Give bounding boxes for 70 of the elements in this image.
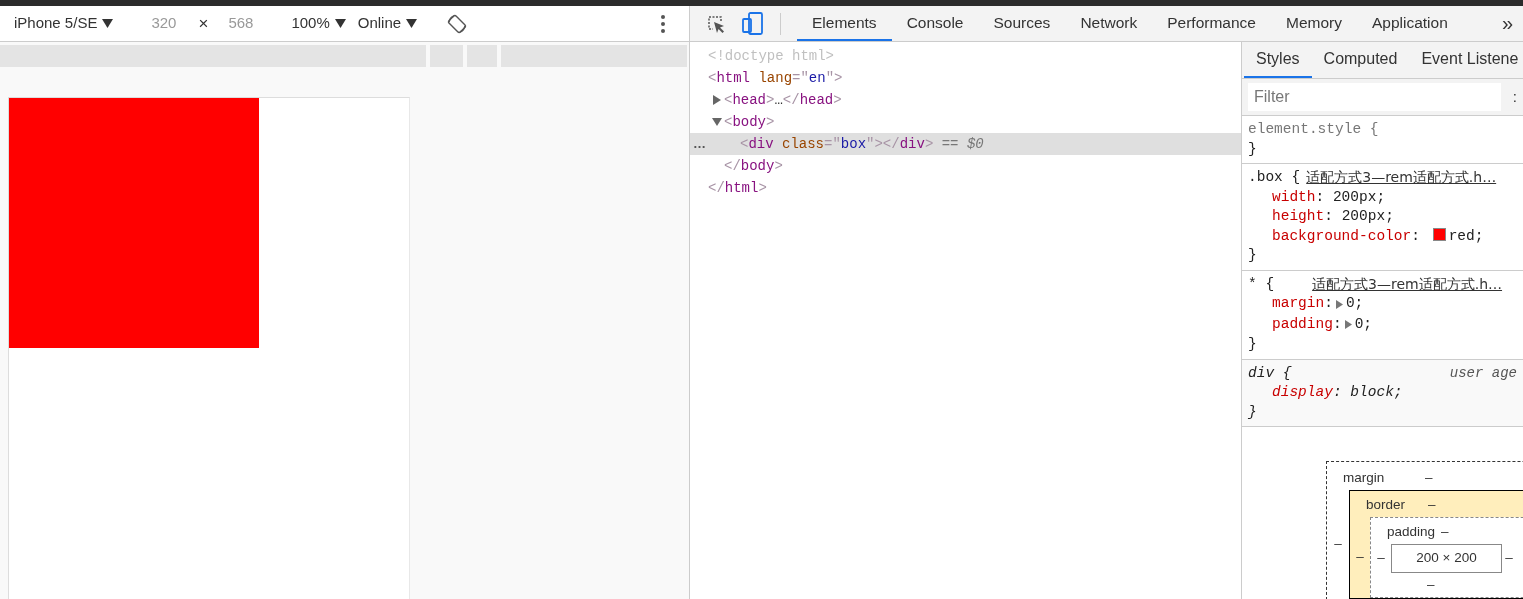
caret-icon[interactable] (334, 19, 346, 28)
box-model-value: – (1425, 468, 1433, 487)
color-swatch[interactable] (1432, 227, 1446, 241)
stylesheet-link[interactable]: 适配方式3—rem适配方式.h… (1312, 274, 1503, 294)
expanded-arrow-icon[interactable] (712, 117, 722, 128)
box-model-label: border (1365, 495, 1407, 514)
more-options-icon[interactable] (661, 14, 665, 33)
rule-closing-brace: } (1248, 246, 1258, 265)
dom-node-line[interactable]: <head>…</head> (690, 89, 1241, 111)
sidebar-tab[interactable]: Event Listene (1409, 42, 1523, 78)
dom-node-text: <!doctype html> (708, 48, 835, 64)
content-box: 200 × 200 (1391, 544, 1502, 573)
device-dropdown[interactable]: iPhone 5/SE (14, 12, 98, 35)
css-declaration[interactable]: margin: 0; (1272, 295, 1364, 311)
panel-tab[interactable]: Console (891, 6, 979, 41)
box-model-value: – (1356, 548, 1364, 567)
css-selector: element.style { (1248, 120, 1379, 139)
expand-arrow-icon[interactable] (1344, 320, 1352, 330)
stylesheet-origin: user age (1449, 363, 1517, 383)
dom-node-line[interactable]: </html> (690, 177, 1241, 199)
dom-node-text: <head>…</head> (724, 92, 842, 108)
dom-node-text: <html lang="en"> (708, 70, 843, 86)
box-model-label: padding (1386, 522, 1437, 541)
more-actions-icon[interactable]: … (693, 133, 706, 155)
sidebar-tab[interactable]: Computed (1311, 42, 1410, 78)
dom-node-text: <body> (724, 114, 775, 130)
panel-tab[interactable]: Performance (1152, 6, 1271, 41)
more-tabs-button[interactable]: » (1491, 6, 1523, 41)
pseudo-state-toggle[interactable]: : (1512, 85, 1517, 109)
dom-node-line[interactable]: </body> (690, 155, 1241, 177)
dimension-separator: × (198, 12, 209, 35)
css-selector: * { (1248, 274, 1275, 294)
caret-icon[interactable] (406, 19, 418, 28)
dom-node-line[interactable]: <body> (690, 111, 1241, 133)
panel-tab[interactable]: Elements (797, 6, 892, 41)
css-declaration[interactable]: width: 200px; (1272, 188, 1386, 205)
rotate-icon[interactable] (447, 13, 468, 34)
expand-arrow-icon[interactable] (1335, 299, 1343, 309)
css-declaration[interactable]: background-color: red; (1272, 227, 1484, 244)
css-declaration[interactable]: padding: 0; (1272, 315, 1373, 332)
rule-closing-brace: } (1248, 402, 1258, 422)
box-model-value: – (1428, 495, 1436, 514)
panel-tab[interactable]: Application (1356, 6, 1463, 41)
box-model-value: – (1427, 575, 1435, 594)
collapsed-arrow-icon[interactable] (712, 95, 722, 106)
box-model-label: margin (1342, 468, 1386, 487)
device-mode-icon[interactable] (742, 11, 764, 36)
box-model-value: – (1334, 535, 1342, 554)
css-declaration[interactable]: display: block; (1272, 384, 1403, 400)
dom-node-text: </html> (708, 180, 767, 196)
css-declaration[interactable]: height: 200px; (1272, 208, 1394, 224)
inspect-icon[interactable] (706, 13, 726, 34)
caret-icon[interactable] (102, 19, 114, 28)
dom-node-line[interactable]: <html lang="en"> (690, 67, 1241, 89)
box-model-value: – (1377, 549, 1385, 568)
box-model-value: – (1505, 549, 1513, 568)
panel-tab[interactable]: Memory (1270, 6, 1357, 41)
dom-node-text: </body> (724, 158, 783, 174)
css-selector: div { (1248, 363, 1292, 383)
css-selector: .box { (1248, 168, 1301, 187)
zoom-dropdown[interactable]: 100% (291, 12, 330, 35)
filter-field[interactable]: Filter (1248, 83, 1501, 111)
panel-tab[interactable]: Network (1065, 6, 1153, 41)
dom-node-text: <div class="box"></div> == $0 (740, 136, 984, 152)
throttling-dropdown[interactable]: Online (357, 12, 402, 35)
rule-closing-brace: } (1248, 139, 1258, 159)
stylesheet-link[interactable]: 适配方式3—rem适配方式.h… (1306, 168, 1497, 188)
panel-tab[interactable]: Sources (978, 6, 1066, 41)
rule-closing-brace: } (1248, 335, 1258, 354)
box-model-value: – (1441, 522, 1449, 541)
